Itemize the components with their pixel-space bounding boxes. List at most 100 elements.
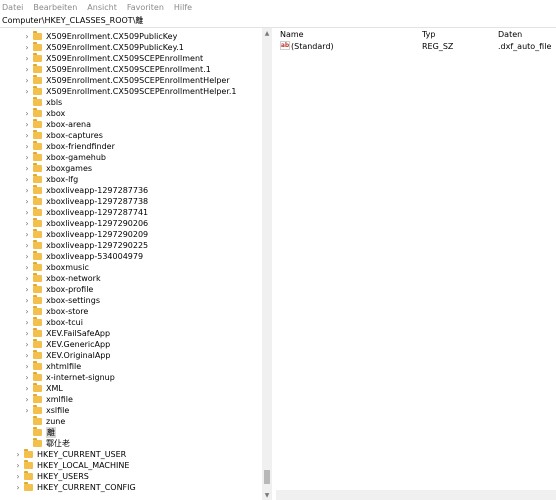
tree-item[interactable]: › xboxliveapp-1297290209 [23, 229, 148, 240]
chevron-right-icon[interactable]: › [23, 141, 31, 152]
tree-item[interactable]: › X509Enrollment.CX509SCEPEnrollmentHelpe… [23, 86, 237, 97]
tree-item[interactable]: › xbox-profile [23, 284, 93, 295]
chevron-right-icon[interactable]: › [23, 383, 31, 394]
tree-item[interactable]: 離 [23, 427, 56, 438]
tree-item[interactable]: › xbox-arena [23, 119, 91, 130]
chevron-right-icon[interactable]: › [23, 108, 31, 119]
chevron-right-icon[interactable]: › [14, 449, 22, 460]
tree-root-item[interactable]: › HKEY_CURRENT_CONFIG [14, 482, 136, 493]
chevron-right-icon[interactable]: › [23, 328, 31, 339]
tree-item[interactable]: › xboxliveapp-1297287738 [23, 196, 148, 207]
menu-favorites[interactable]: Favoriten [127, 3, 164, 12]
column-header-data[interactable]: Daten [498, 30, 522, 39]
chevron-right-icon[interactable]: › [23, 185, 31, 196]
tree-item[interactable]: › xboxliveapp-1297290225 [23, 240, 148, 251]
chevron-right-icon[interactable]: › [23, 75, 31, 86]
chevron-right-icon[interactable]: › [23, 163, 31, 174]
chevron-right-icon[interactable]: › [23, 174, 31, 185]
chevron-right-icon[interactable]: › [23, 130, 31, 141]
chevron-right-icon[interactable]: › [23, 53, 31, 64]
tree-scroll-thumb[interactable] [264, 470, 270, 484]
tree-item[interactable]: zune [23, 416, 65, 427]
tree-item[interactable]: › xbox-gamehub [23, 152, 106, 163]
tree-item[interactable]: › X509Enrollment.CX509SCEPEnrollmentHelpe… [23, 75, 230, 86]
chevron-right-icon[interactable]: › [23, 240, 31, 251]
tree-item[interactable]: › X509Enrollment.CX509PublicKey.1 [23, 42, 184, 53]
tree-vertical-scrollbar[interactable]: ▲ ▼ [262, 28, 272, 500]
chevron-right-icon[interactable]: › [23, 207, 31, 218]
tree-item[interactable]: › xbox-captures [23, 130, 103, 141]
chevron-right-icon[interactable]: › [23, 251, 31, 262]
chevron-right-icon[interactable]: › [14, 482, 22, 493]
chevron-right-icon[interactable]: › [23, 273, 31, 284]
tree-root-item[interactable]: › HKEY_CURRENT_USER [14, 449, 126, 460]
chevron-right-icon[interactable]: › [23, 262, 31, 273]
address-path[interactable]: Computer\HKEY_CLASSES_ROOT\離 [2, 15, 143, 26]
tree-item[interactable]: › xhtmlfile [23, 361, 81, 372]
tree-item[interactable]: › xboxliveapp-1297290206 [23, 218, 148, 229]
tree-item[interactable]: › xbox-friendfinder [23, 141, 115, 152]
tree-item[interactable]: xbls [23, 97, 62, 108]
chevron-right-icon[interactable]: › [23, 350, 31, 361]
tree-item[interactable]: › XEV.GenericApp [23, 339, 110, 350]
tree-item[interactable]: › xbox-tcui [23, 317, 83, 328]
tree-item[interactable]: › XML [23, 383, 63, 394]
tree-item[interactable]: › xmlfile [23, 394, 73, 405]
chevron-right-icon[interactable]: › [23, 31, 31, 42]
tree-item[interactable]: › xslfile [23, 405, 69, 416]
menu-help[interactable]: Hilfe [174, 3, 192, 12]
tree-item[interactable]: › xboxliveapp-1297287736 [23, 185, 148, 196]
value-row[interactable]: ab (Standard) REG_SZ .dxf_auto_file [276, 41, 556, 52]
column-header-type[interactable]: Typ [422, 30, 435, 39]
chevron-right-icon[interactable]: › [23, 361, 31, 372]
chevron-right-icon[interactable]: › [23, 306, 31, 317]
chevron-right-icon[interactable]: › [14, 460, 22, 471]
chevron-right-icon[interactable]: › [23, 196, 31, 207]
chevron-right-icon[interactable]: › [23, 229, 31, 240]
address-bar[interactable]: Computer\HKEY_CLASSES_ROOT\離 [0, 14, 556, 28]
chevron-right-icon[interactable]: › [23, 284, 31, 295]
tree-item[interactable]: 鄠仩老 [23, 438, 70, 449]
tree-item[interactable]: › xbox-lfg [23, 174, 78, 185]
values-horizontal-scrollbar[interactable] [276, 490, 556, 500]
tree-item[interactable]: › xbox-network [23, 273, 101, 284]
chevron-right-icon[interactable]: › [23, 152, 31, 163]
chevron-right-icon[interactable]: › [23, 119, 31, 130]
chevron-right-icon[interactable]: › [23, 372, 31, 383]
tree-item[interactable]: › xbox-store [23, 306, 88, 317]
tree-item[interactable]: › xboxgames [23, 163, 92, 174]
tree-item[interactable]: › xbox [23, 108, 65, 119]
tree-root-item[interactable]: › HKEY_USERS [14, 471, 89, 482]
chevron-right-icon[interactable]: › [23, 64, 31, 75]
menu-file[interactable]: Datei [2, 3, 23, 12]
tree-item[interactable]: › xboxliveapp-534004979 [23, 251, 143, 262]
tree-root-item[interactable]: › HKEY_LOCAL_MACHINE [14, 460, 129, 471]
tree-item[interactable]: › xboxliveapp-1297287741 [23, 207, 148, 218]
tree-item[interactable]: › XEV.FailSafeApp [23, 328, 110, 339]
tree-item[interactable]: › xbox-settings [23, 295, 100, 306]
chevron-right-icon[interactable]: › [14, 471, 22, 482]
folder-icon [33, 218, 42, 227]
scroll-down-arrow-icon[interactable]: ▼ [262, 490, 272, 500]
folder-icon [33, 75, 42, 84]
chevron-right-icon[interactable]: › [23, 295, 31, 306]
chevron-right-icon[interactable]: › [23, 394, 31, 405]
chevron-right-icon[interactable]: › [23, 317, 31, 328]
chevron-right-icon[interactable]: › [23, 339, 31, 350]
tree-item[interactable]: › XEV.OriginalApp [23, 350, 110, 361]
tree-item-label: X509Enrollment.CX509SCEPEnrollment.1 [46, 65, 211, 74]
chevron-right-icon[interactable]: › [23, 405, 31, 416]
scroll-up-arrow-icon[interactable]: ▲ [262, 28, 272, 38]
tree-item[interactable]: › X509Enrollment.CX509SCEPEnrollment.1 [23, 64, 211, 75]
chevron-right-icon[interactable]: › [23, 42, 31, 53]
chevron-right-icon[interactable]: › [23, 86, 31, 97]
menu-view[interactable]: Ansicht [87, 3, 117, 12]
column-header-name[interactable]: Name [280, 30, 304, 39]
menu-edit[interactable]: Bearbeiten [33, 3, 77, 12]
tree-item[interactable]: › X509Enrollment.CX509PublicKey [23, 31, 177, 42]
chevron-right-icon[interactable]: › [23, 218, 31, 229]
tree-item[interactable]: › X509Enrollment.CX509SCEPEnrollment [23, 53, 203, 64]
tree-item[interactable]: › x-internet-signup [23, 372, 115, 383]
tree-item-label: X509Enrollment.CX509PublicKey.1 [46, 43, 184, 52]
tree-item[interactable]: › xboxmusic [23, 262, 89, 273]
